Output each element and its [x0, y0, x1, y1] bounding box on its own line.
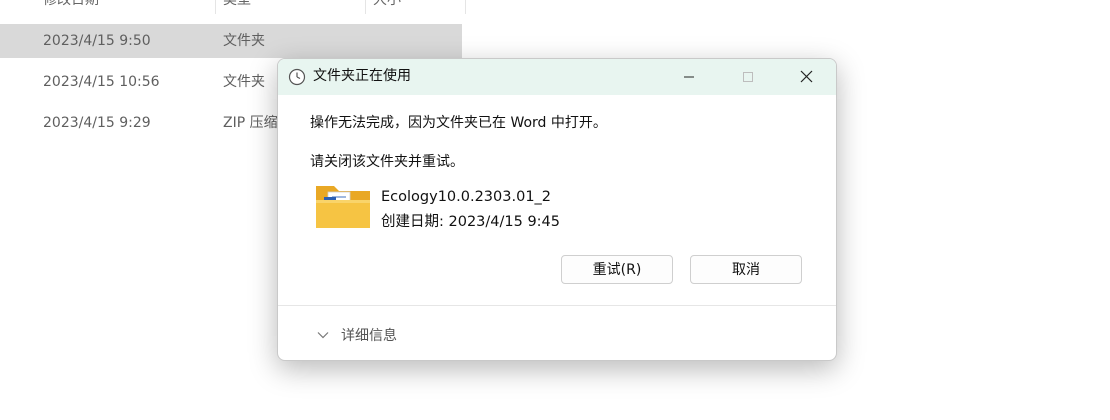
close-icon: [800, 68, 813, 87]
dialog-instruction: 请关闭该文件夹并重试。: [310, 154, 464, 170]
file-name: Ecology10.0.2303.01_2: [381, 189, 552, 205]
retry-button[interactable]: 重试(R): [561, 255, 673, 284]
column-header-date[interactable]: 修改日期: [35, 0, 216, 14]
file-row-date: 2023/4/15 9:50: [43, 33, 151, 49]
file-row-type: 文件夹: [223, 33, 265, 49]
minimize-button[interactable]: [666, 59, 712, 95]
column-header-row: 修改日期 类型 大小: [0, 0, 470, 16]
chevron-down-icon[interactable]: [316, 327, 330, 341]
file-created-date: 创建日期: 2023/4/15 9:45: [381, 214, 561, 230]
column-header-type[interactable]: 类型: [215, 0, 366, 14]
dialog-divider: [278, 305, 836, 306]
file-row[interactable]: 2023/4/15 9:50 文件夹: [0, 24, 462, 58]
cancel-button[interactable]: 取消: [690, 255, 802, 284]
details-toggle[interactable]: 详细信息: [341, 325, 397, 345]
folder-word-icon: W: [314, 182, 372, 232]
file-row-date: 2023/4/15 10:56: [43, 74, 160, 90]
folder-in-use-dialog: 文件夹正在使用 操作无法完成，因为文件夹已在 Word 中打开。 请关闭该文件夹…: [277, 58, 837, 361]
clock-icon: [288, 68, 306, 86]
dialog-message: 操作无法完成，因为文件夹已在 Word 中打开。: [310, 115, 607, 131]
file-row-type: 文件夹: [223, 74, 265, 90]
minimize-icon: [683, 68, 695, 87]
dialog-title: 文件夹正在使用: [313, 68, 411, 84]
close-button[interactable]: [783, 59, 829, 95]
dialog-titlebar[interactable]: 文件夹正在使用: [278, 59, 836, 95]
column-header-size[interactable]: 大小: [365, 0, 466, 14]
file-row-type: ZIP 压缩: [223, 115, 278, 131]
maximize-button: [725, 59, 771, 95]
maximize-icon: [742, 68, 754, 87]
file-row-date: 2023/4/15 9:29: [43, 115, 151, 131]
